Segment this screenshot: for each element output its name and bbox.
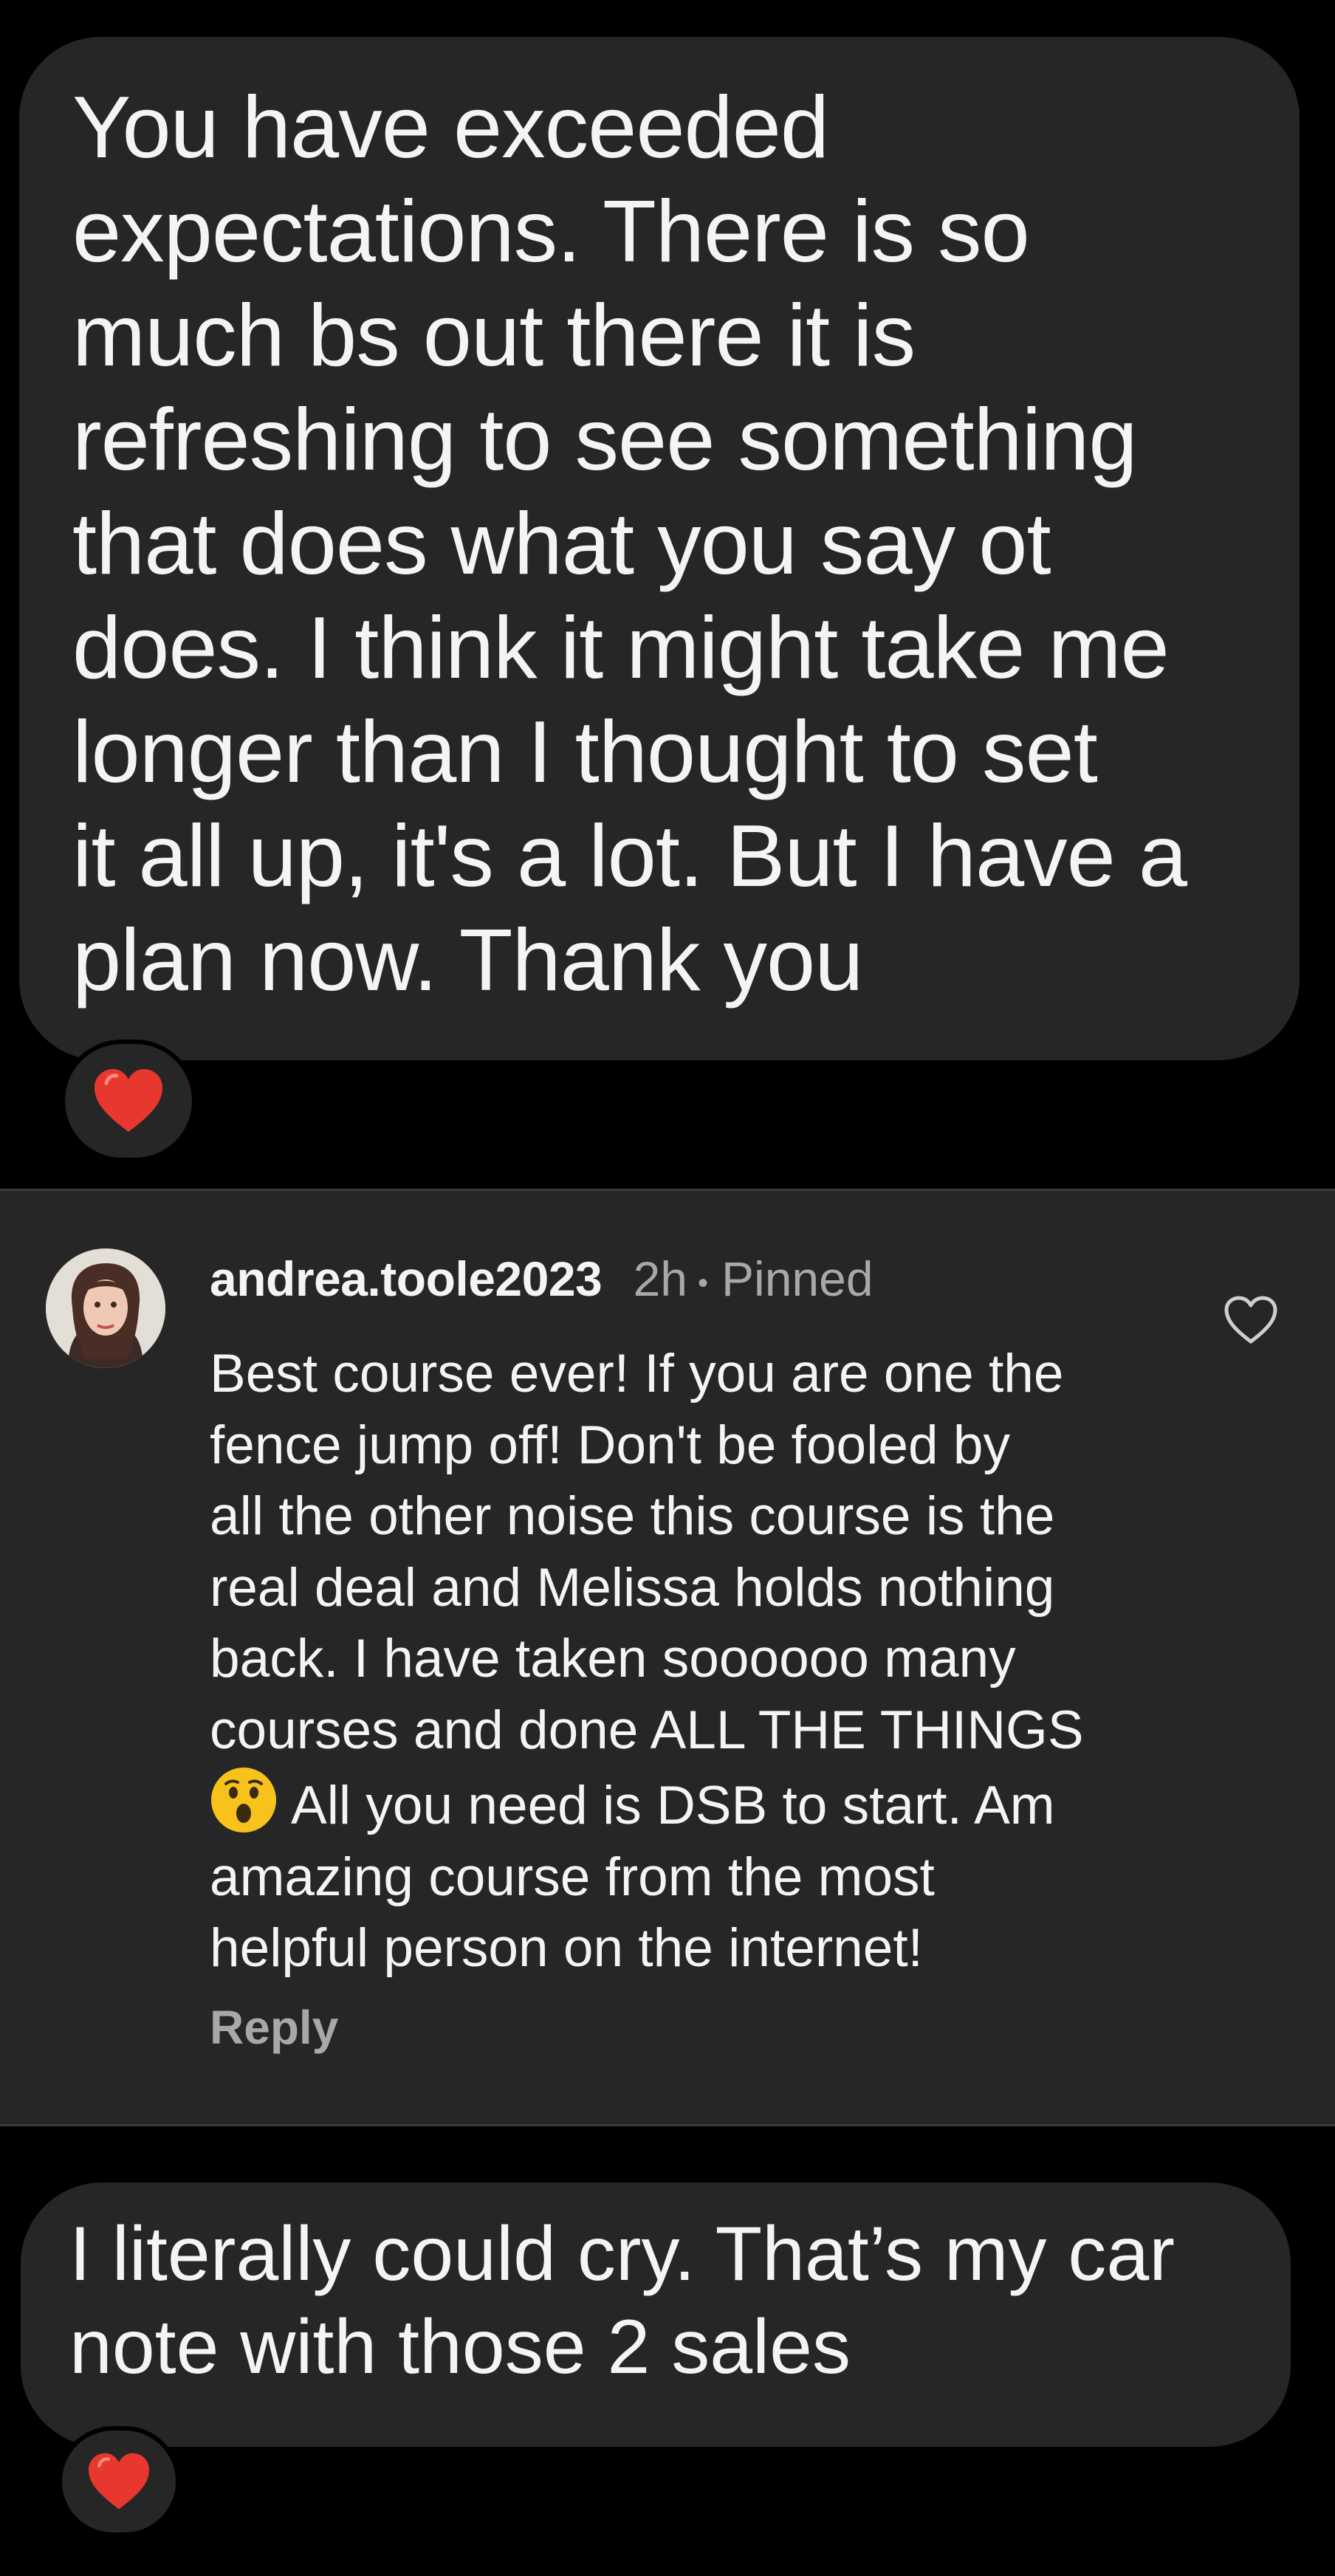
comment-header: andrea.toole2023 2h • Pinned: [210, 1246, 874, 1316]
comment-time: 2h: [633, 1251, 688, 1306]
message-text: You have exceeded expectations. There is…: [72, 78, 1187, 1009]
astonished-face-emoji-icon: [210, 1766, 278, 1834]
message-bubble[interactable]: You have exceeded expectations. There is…: [19, 37, 1300, 1060]
comment-text: Best course ever! If you are one the fen…: [210, 1339, 1243, 1985]
avatar[interactable]: [46, 1248, 165, 1368]
comment-panel: andrea.toole2023 2h • Pinned Best course e…: [0, 1189, 1335, 2126]
pinned-label: Pinned: [721, 1251, 874, 1306]
message-bubble[interactable]: I literally could cry. That’s my car not…: [21, 2182, 1291, 2447]
heart-reaction[interactable]: [61, 1040, 196, 1162]
separator-dot: •: [698, 1266, 709, 1299]
reply-button[interactable]: Reply: [210, 2000, 338, 2055]
heart-emoji-icon: [95, 1069, 162, 1132]
message-text: I literally could cry. That’s my car not…: [69, 2211, 1175, 2390]
comment-text-part-2: All you need is DSB to start. Am amazing…: [210, 1776, 1055, 1978]
comment-text-part-1: Best course ever! If you are one the fen…: [210, 1344, 1084, 1760]
comment-username[interactable]: andrea.toole2023: [210, 1251, 603, 1306]
heart-emoji-icon: [89, 2453, 149, 2510]
heart-reaction[interactable]: [58, 2426, 180, 2537]
avatar-image: [46, 1248, 165, 1368]
